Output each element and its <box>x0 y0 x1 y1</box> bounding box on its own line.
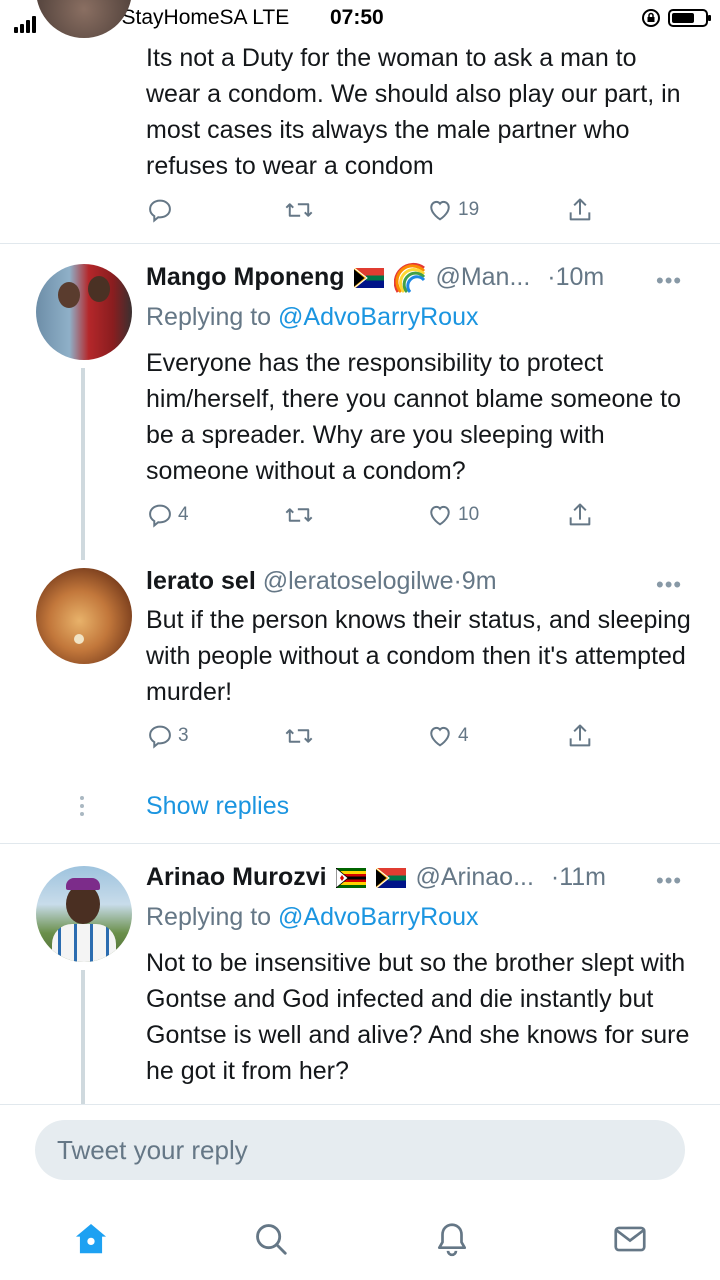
reply-button[interactable] <box>146 196 178 224</box>
show-replies-link[interactable]: Show replies <box>146 792 289 821</box>
reply-icon <box>149 725 171 749</box>
mention-link[interactable]: @AdvoBarryRoux <box>278 303 478 331</box>
author-handle[interactable]: @leratoselogilwe <box>263 567 454 595</box>
author-handle[interactable]: @Man... <box>435 263 530 291</box>
share-icon <box>569 503 591 526</box>
heart-icon <box>430 505 450 526</box>
share-icon <box>569 724 591 747</box>
divider <box>0 243 720 244</box>
mention-link[interactable]: @AdvoBarryRoux <box>278 903 478 931</box>
tweet-timestamp: ·9m <box>453 567 497 595</box>
tweet-text: Its not a Duty for the woman to ask a ma… <box>146 44 681 180</box>
more-options-icon[interactable]: ••• <box>656 868 682 894</box>
heart-icon <box>430 200 450 221</box>
more-options-icon[interactable]: ••• <box>656 572 682 598</box>
battery-icon <box>668 9 711 27</box>
search-icon <box>256 1224 287 1255</box>
share-button[interactable] <box>566 501 594 529</box>
thread-ellipsis-icon <box>80 796 84 820</box>
tab-notifications[interactable] <box>433 1220 471 1263</box>
retweet-icon <box>285 203 313 217</box>
share-button[interactable] <box>566 196 594 224</box>
tweet-actions: 19 <box>146 196 606 230</box>
tweet-timestamp: ·11m <box>550 863 606 891</box>
signal-icon <box>14 9 38 33</box>
tweet-header: Mango Mponeng @Man... ·10m <box>146 261 604 294</box>
like-button[interactable]: 4 <box>426 722 469 750</box>
tweet-actions: 3 4 <box>146 722 606 756</box>
tab-messages[interactable] <box>611 1220 649 1263</box>
replying-to: Replying to @AdvoBarryRoux <box>146 903 479 931</box>
retweet-icon <box>285 508 313 522</box>
notifications-icon <box>437 1223 467 1257</box>
avatar[interactable] <box>36 568 132 664</box>
replying-to: Replying to @AdvoBarryRoux <box>146 303 479 331</box>
like-button[interactable]: 19 <box>426 196 479 224</box>
home-icon <box>75 1223 107 1254</box>
author-name[interactable]: Arinao Murozvi <box>146 863 327 891</box>
reply-input[interactable]: Tweet your reply <box>35 1120 685 1180</box>
tab-home[interactable] <box>72 1220 110 1263</box>
share-icon <box>569 198 591 221</box>
author-name[interactable]: lerato sel <box>146 567 256 595</box>
rotation-lock-icon <box>642 9 660 27</box>
more-options-icon[interactable]: ••• <box>656 268 682 294</box>
thread-line <box>81 970 85 1104</box>
tweet-header: Arinao Murozvi @Arinao... ·11m <box>146 861 606 893</box>
avatar[interactable] <box>36 866 132 962</box>
author-handle[interactable]: @Arinao... <box>415 863 533 891</box>
tweet-text: Not to be insensitive but so the brother… <box>146 949 690 1085</box>
retweet-button[interactable] <box>284 196 314 224</box>
tweet-text: But if the person knows their status, an… <box>146 606 691 706</box>
avatar[interactable] <box>36 264 132 360</box>
rainbow-icon <box>394 263 426 294</box>
tweet-actions: 4 10 <box>146 501 606 535</box>
zimbabwe-flag-icon <box>335 868 366 889</box>
retweet-button[interactable] <box>284 722 314 750</box>
heart-icon <box>430 726 450 747</box>
reply-icon <box>149 504 171 528</box>
divider <box>0 843 720 844</box>
messages-icon <box>614 1226 646 1252</box>
thread-line <box>81 368 85 560</box>
tweet-timestamp: ·10m <box>547 263 605 291</box>
like-button[interactable]: 10 <box>426 501 479 529</box>
tweet-header: lerato sel @leratoselogilwe·9m <box>146 565 497 597</box>
clock: 07:50 <box>330 6 384 29</box>
south-africa-flag-icon <box>353 268 384 289</box>
share-button[interactable] <box>566 722 594 750</box>
retweet-button[interactable] <box>284 501 314 529</box>
author-name[interactable]: Mango Mponeng <box>146 263 345 291</box>
reply-button[interactable]: 4 <box>146 501 189 529</box>
reply-icon <box>149 199 171 223</box>
south-africa-flag-icon <box>376 868 407 889</box>
tweet-text: Everyone has the responsibility to prote… <box>146 349 682 485</box>
tab-bar <box>0 1198 720 1280</box>
reply-button[interactable]: 3 <box>146 722 189 750</box>
tab-search[interactable] <box>252 1220 290 1263</box>
retweet-icon <box>285 729 313 743</box>
reply-placeholder: Tweet your reply <box>57 1135 248 1165</box>
